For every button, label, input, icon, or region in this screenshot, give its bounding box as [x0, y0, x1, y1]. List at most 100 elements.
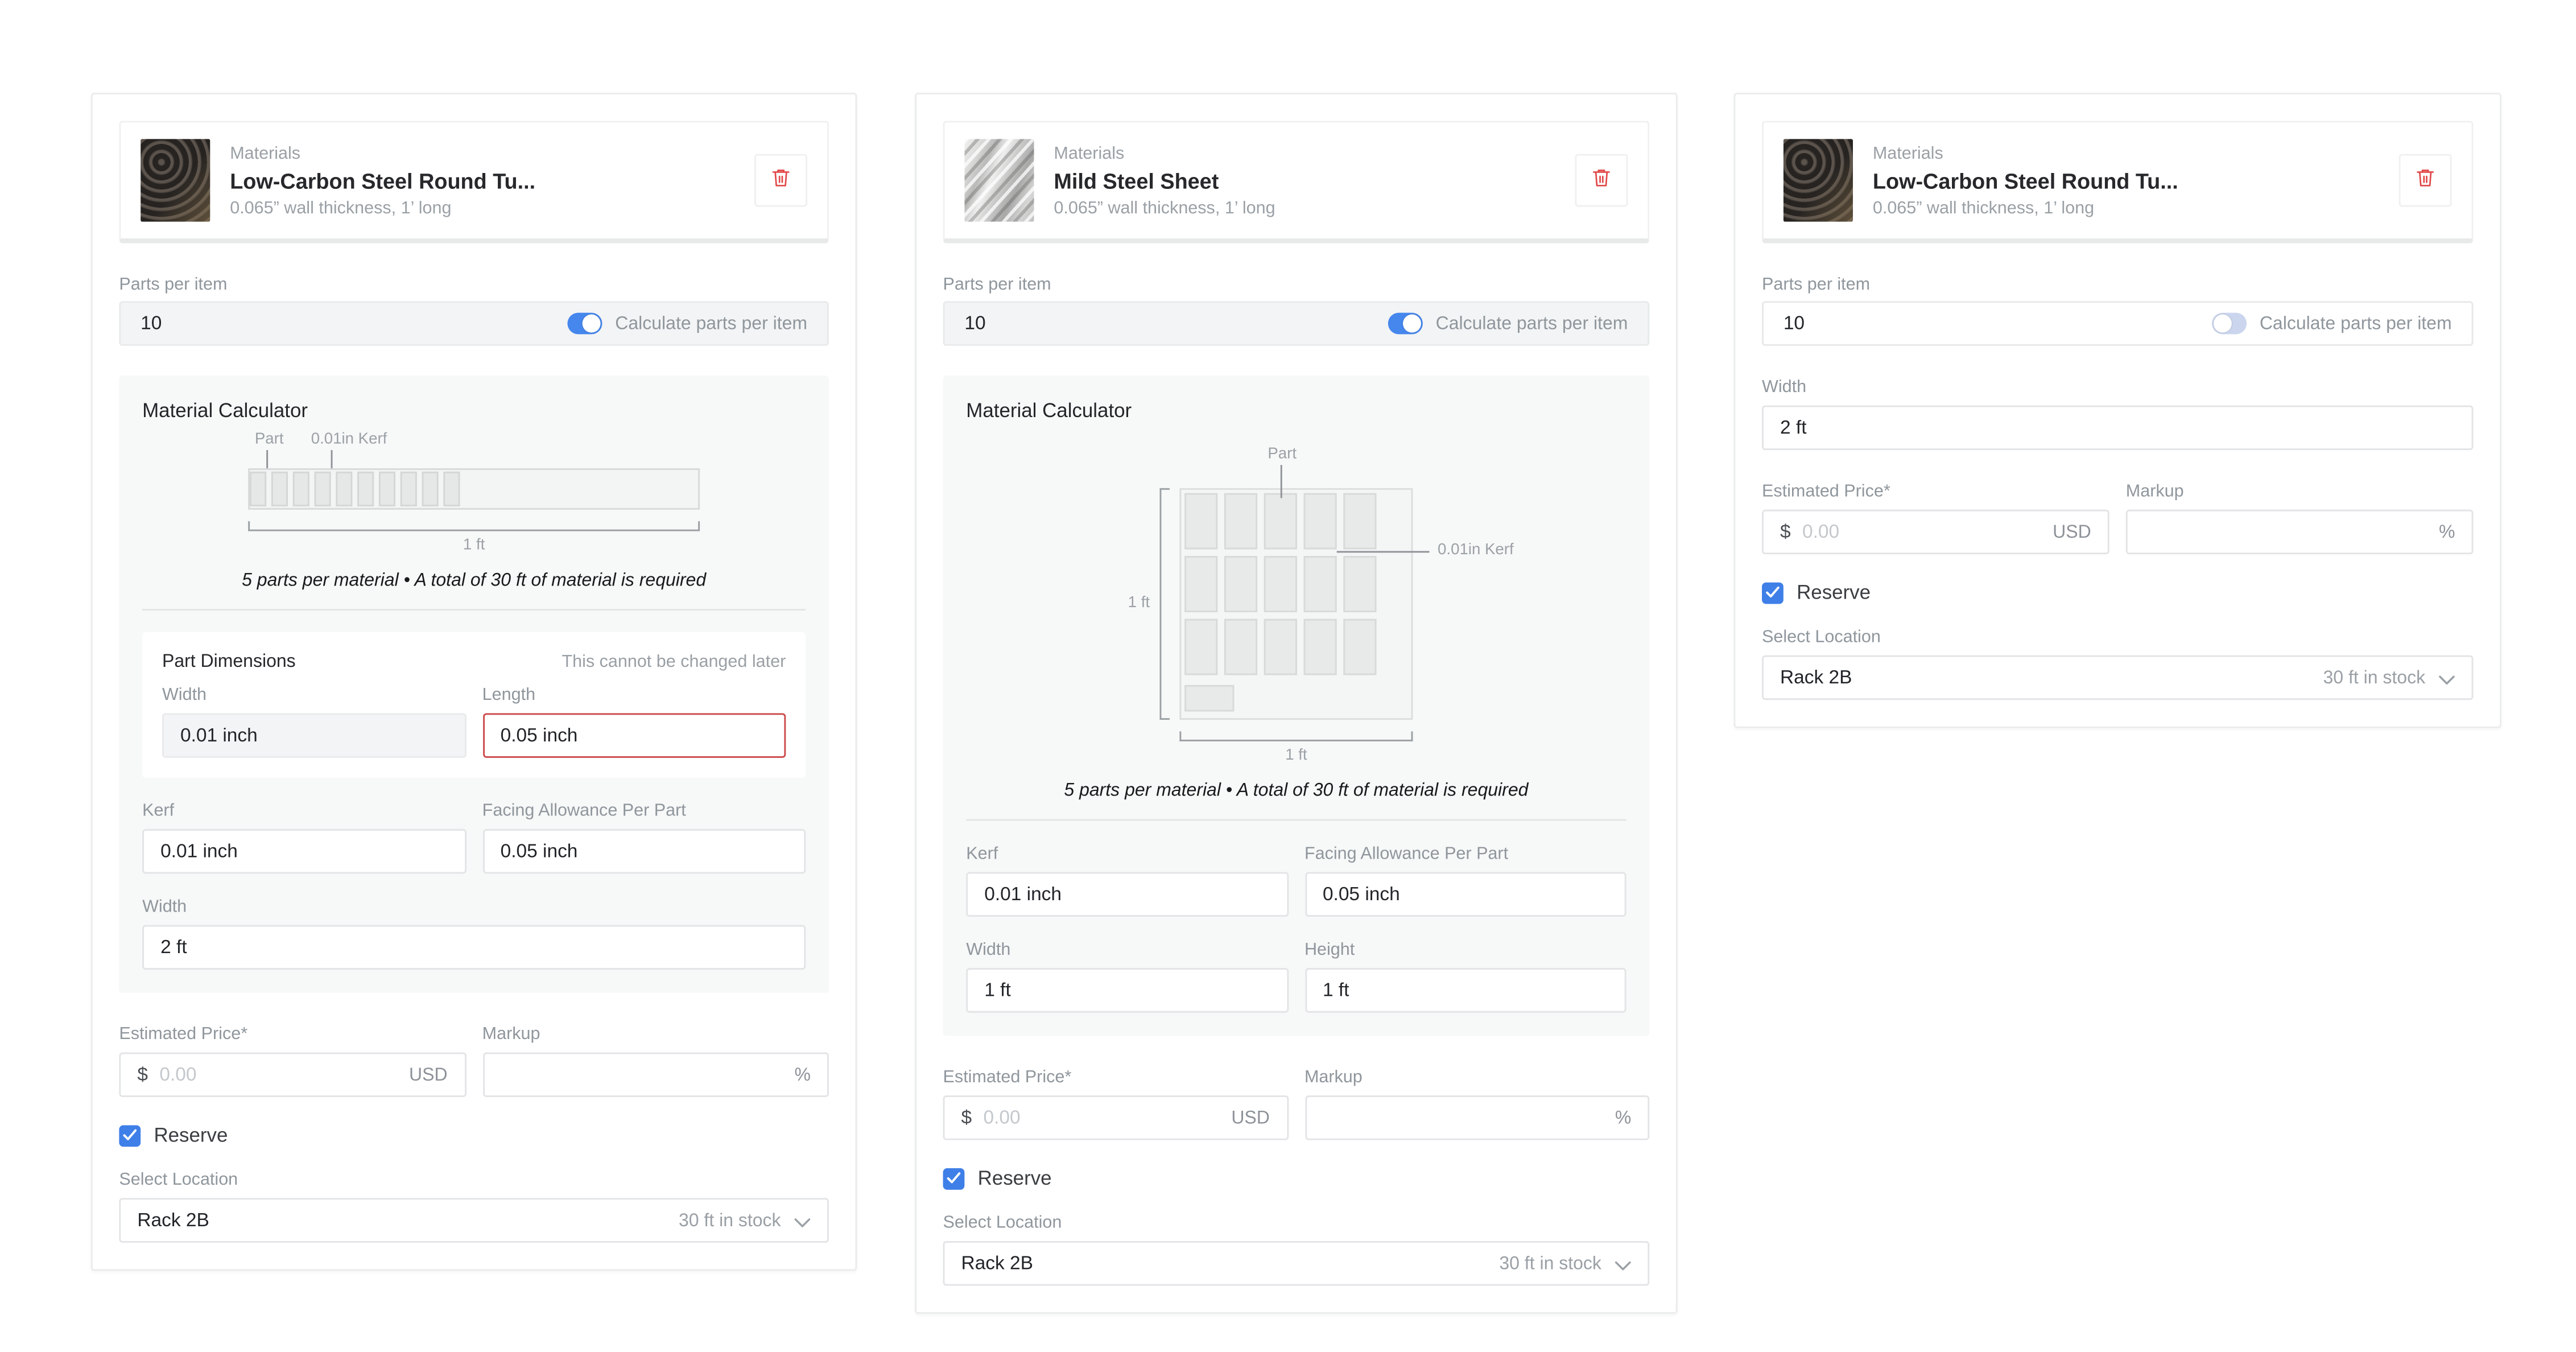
divider	[966, 819, 1626, 821]
diagram-kerf-label: 0.01in Kerf	[311, 430, 387, 448]
currency-symbol: $	[1780, 522, 1791, 542]
part-segment	[250, 472, 266, 506]
reserve-label: Reserve	[154, 1124, 228, 1147]
trash-icon	[2414, 166, 2437, 195]
reserve-checkbox[interactable]	[119, 1124, 141, 1146]
markup-input[interactable]: %	[482, 1052, 829, 1097]
parts-per-item-input[interactable]: 10	[964, 314, 1374, 333]
currency-unit: USD	[1231, 1108, 1270, 1128]
material-card-tube-2: Materials Low-Carbon Steel Round Tu... 0…	[1734, 93, 2501, 728]
part-leader-line	[1281, 465, 1282, 498]
check-icon	[1765, 578, 1780, 607]
part-segment	[336, 472, 352, 506]
height-bracket	[1160, 488, 1170, 720]
parts-per-item-row: 10 Calculate parts per item	[119, 301, 829, 346]
reserve-checkbox[interactable]	[943, 1168, 965, 1189]
part-segment	[293, 472, 309, 506]
part-segment	[443, 472, 460, 506]
calculate-parts-toggle[interactable]	[2211, 313, 2246, 335]
part-segment	[379, 472, 395, 506]
part-cell	[1343, 619, 1376, 675]
material-bar	[248, 468, 700, 510]
currency-symbol: $	[137, 1065, 148, 1085]
location-select[interactable]: Rack 2B 30 ft in stock	[1762, 656, 2473, 700]
part-segment	[271, 472, 288, 506]
part-cell	[1304, 619, 1337, 675]
percent-unit: %	[1615, 1108, 1631, 1128]
material-title: Low-Carbon Steel Round Tu...	[230, 168, 734, 193]
markup-input[interactable]: %	[1304, 1095, 1649, 1140]
material-photo-tubes	[1784, 139, 1853, 221]
chevron-down-icon	[794, 1205, 811, 1235]
price-placeholder: 0.00	[159, 1065, 409, 1085]
toggle-knob	[582, 315, 600, 333]
estimated-price-label: Estimated Price*	[1762, 481, 2109, 501]
estimated-price-label: Estimated Price*	[943, 1067, 1288, 1087]
material-width-input[interactable]: 2 ft	[1762, 405, 2473, 450]
parts-per-item-row: 10 Calculate parts per item	[1762, 301, 2473, 346]
part-cell	[1184, 493, 1217, 550]
material-card-tube-1: Materials Low-Carbon Steel Round Tu... 0…	[91, 93, 857, 1271]
toggle-knob	[1402, 315, 1421, 333]
part-cell	[1224, 493, 1257, 550]
material-width-label: 1 ft	[1179, 747, 1413, 765]
markup-label: Markup	[482, 1024, 829, 1044]
chevron-down-icon	[1615, 1248, 1631, 1278]
calculate-parts-toggle-label: Calculate parts per item	[2260, 314, 2452, 333]
divider	[142, 609, 806, 611]
material-header: Materials Low-Carbon Steel Round Tu... 0…	[1762, 121, 2473, 243]
part-cell	[1304, 493, 1337, 550]
calculate-parts-toggle[interactable]	[567, 313, 602, 335]
markup-input[interactable]: %	[2126, 510, 2474, 555]
delete-material-button[interactable]	[754, 154, 807, 207]
material-category: Materials	[230, 143, 734, 163]
parts-per-item-input[interactable]: 10	[1784, 314, 2198, 333]
reserve-checkbox[interactable]	[1762, 582, 1784, 603]
calculator-title: Material Calculator	[142, 399, 806, 422]
delete-material-button[interactable]	[1575, 154, 1628, 207]
calculator-summary: 5 parts per material • A total of 30 ft …	[966, 781, 1626, 801]
kerf-label: Kerf	[966, 844, 1288, 864]
material-height-input[interactable]: 1 ft	[1304, 968, 1626, 1013]
part-cell	[1224, 556, 1257, 612]
currency-unit: USD	[2053, 522, 2091, 542]
estimated-price-input[interactable]: $ 0.00 USD	[119, 1052, 465, 1097]
material-width-input[interactable]: 1 ft	[966, 968, 1288, 1013]
part-cell	[1184, 556, 1217, 612]
part-cell	[1184, 619, 1217, 675]
location-select[interactable]: Rack 2B 30 ft in stock	[119, 1198, 829, 1243]
facing-allowance-input[interactable]: 0.05 inch	[1304, 872, 1626, 917]
diagram-part-label: Part	[255, 430, 284, 448]
part-cell	[1224, 619, 1257, 675]
kerf-input[interactable]: 0.01 inch	[966, 872, 1288, 917]
material-subtitle: 0.065” wall thickness, 1’ long	[1054, 198, 1555, 218]
material-height-label: 1 ft	[1107, 594, 1150, 612]
facing-allowance-input[interactable]: 0.05 inch	[482, 829, 806, 874]
calculate-parts-toggle[interactable]	[1388, 313, 1422, 335]
part-length-input[interactable]: 0.05 inch	[482, 713, 786, 758]
material-width-input[interactable]: 2 ft	[142, 925, 806, 970]
part-cell	[1343, 556, 1376, 612]
material-width-label: Width	[966, 940, 1288, 960]
facing-allowance-label: Facing Allowance Per Part	[1304, 844, 1626, 864]
parts-per-item-label: Parts per item	[1762, 275, 2473, 295]
part-segment	[422, 472, 439, 506]
parts-per-item-input[interactable]: 10	[141, 314, 554, 333]
kerf-input[interactable]: 0.01 inch	[142, 829, 466, 874]
parts-per-item-row: 10 Calculate parts per item	[943, 301, 1650, 346]
delete-material-button[interactable]	[2399, 154, 2452, 207]
material-subtitle: 0.065” wall thickness, 1’ long	[230, 198, 734, 218]
part-cell	[1304, 556, 1337, 612]
length-bracket	[248, 521, 700, 531]
estimated-price-input[interactable]: $ 0.00 USD	[943, 1095, 1288, 1140]
part-width-input: 0.01 inch	[162, 713, 466, 758]
calculate-parts-toggle-label: Calculate parts per item	[615, 314, 807, 333]
material-height-label: Height	[1304, 940, 1626, 960]
estimated-price-input[interactable]: $ 0.00 USD	[1762, 510, 2109, 555]
parts-per-item-label: Parts per item	[119, 275, 829, 295]
check-icon	[122, 1120, 137, 1150]
price-placeholder: 0.00	[984, 1108, 1232, 1128]
location-select[interactable]: Rack 2B 30 ft in stock	[943, 1241, 1650, 1286]
material-photo-tubes	[141, 139, 210, 221]
facing-allowance-label: Facing Allowance Per Part	[482, 801, 806, 821]
